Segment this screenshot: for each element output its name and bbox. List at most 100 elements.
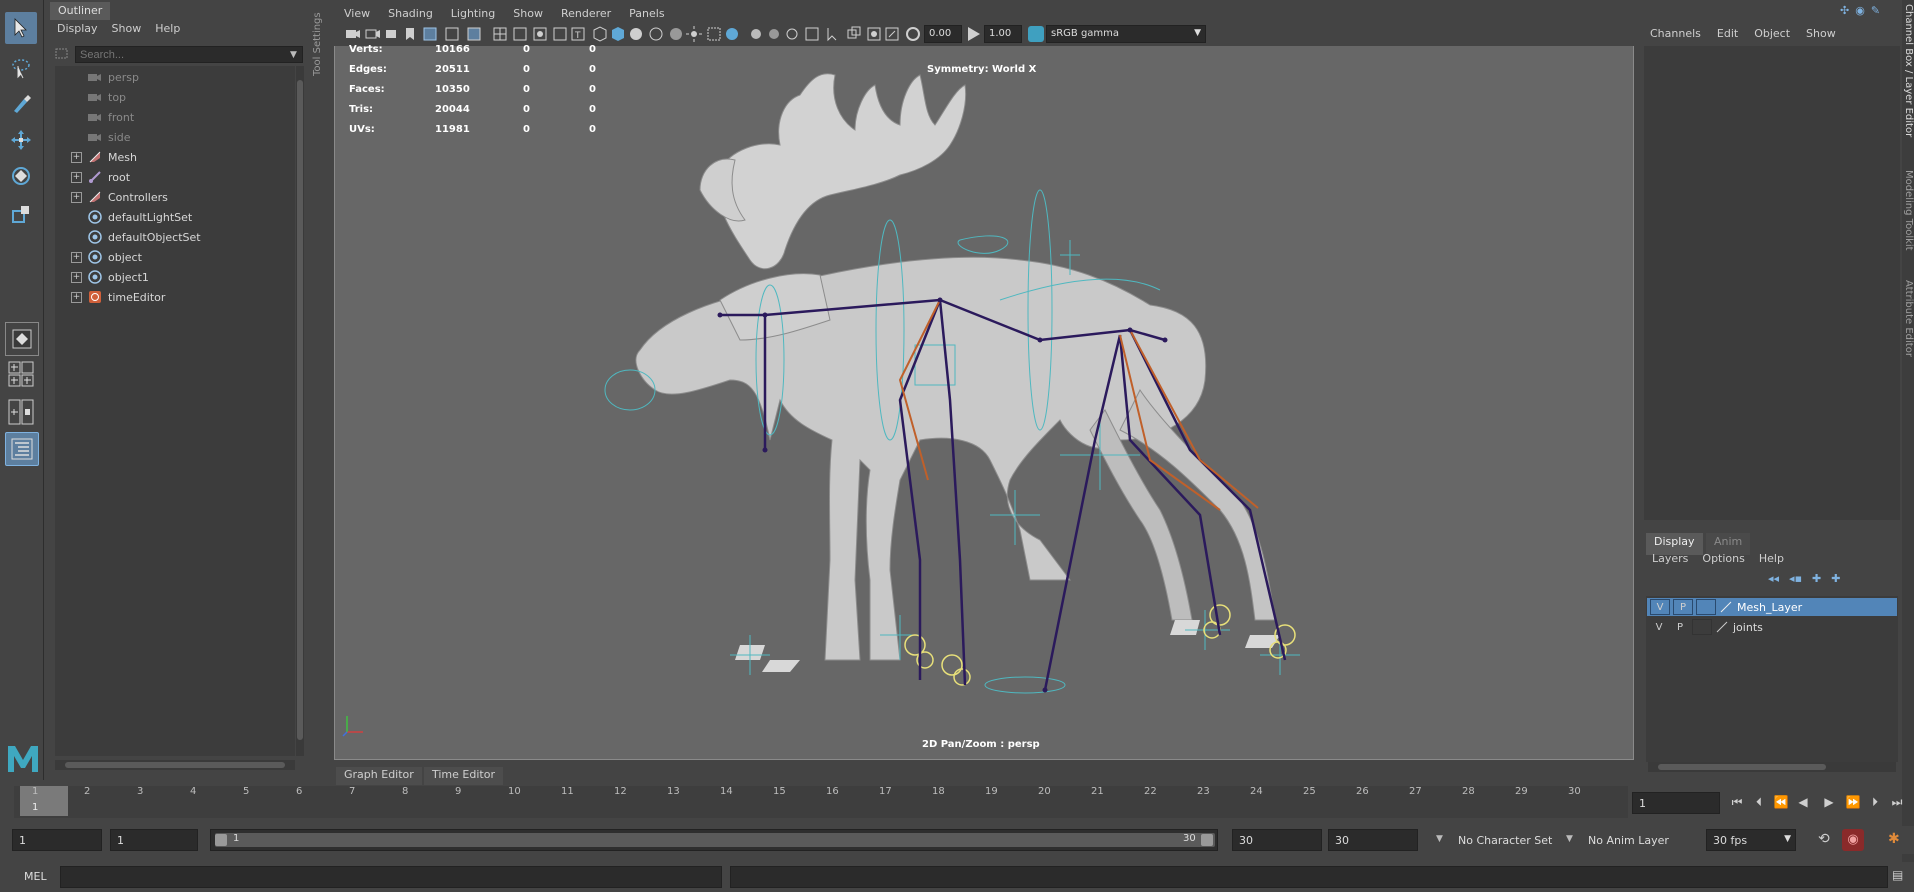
viewport-menu-view[interactable]: View <box>344 7 370 20</box>
rotate-tool-icon[interactable] <box>5 160 37 192</box>
script-editor-icon[interactable]: ▤ <box>1892 868 1908 884</box>
layer-playback-toggle[interactable]: P <box>1673 599 1693 615</box>
range-start-handle[interactable] <box>215 834 227 846</box>
side-tab-attribute-editor[interactable]: Attribute Editor <box>1902 280 1914 357</box>
play-forwards-icon[interactable]: ▶ <box>1820 794 1838 810</box>
gamma-field[interactable]: 1.00 <box>984 25 1022 43</box>
move-layer-up-icon[interactable]: ◂◂ <box>1768 572 1779 588</box>
animation-start-field[interactable]: 1 <box>12 829 102 851</box>
outliner-item-defaultlightset[interactable]: defaultLightSet <box>55 208 285 226</box>
anim-layer-menu-icon[interactable]: ▼ <box>1566 834 1573 844</box>
outliner-vscrollbar[interactable] <box>296 66 304 756</box>
edit-icon[interactable]: ✎ <box>1871 4 1880 20</box>
move-tool-icon[interactable] <box>5 124 37 156</box>
search-dropdown-icon[interactable]: ▼ <box>290 50 297 60</box>
command-input[interactable] <box>60 866 722 888</box>
moose-model-viewport-content[interactable] <box>600 60 1320 720</box>
step-back-frame-icon[interactable]: ⏴ <box>1750 794 1768 810</box>
auto-key-icon[interactable]: ◉ <box>1842 829 1864 851</box>
playback-end-field[interactable]: 30 <box>1232 829 1322 851</box>
outliner-item-front[interactable]: front <box>55 108 285 126</box>
outliner-menu-help[interactable]: Help <box>155 22 180 35</box>
side-tab-channel-box[interactable]: Channel Box / Layer Editor <box>1902 4 1914 137</box>
layer-visibility-toggle[interactable]: V <box>1650 620 1668 634</box>
channel-menu-object[interactable]: Object <box>1754 27 1790 40</box>
expand-icon[interactable]: + <box>71 191 82 203</box>
new-layer-icon[interactable]: ✚ <box>1812 572 1821 588</box>
layer-color-swatch[interactable] <box>1715 620 1729 634</box>
outliner-filter-icon[interactable] <box>55 48 69 60</box>
expand-icon[interactable]: + <box>71 171 82 183</box>
exposure-field[interactable]: 0.00 <box>924 25 962 43</box>
outliner-item-persp[interactable]: persp <box>55 68 285 86</box>
tool-settings-tab[interactable]: Tool Settings <box>312 4 330 84</box>
layer-visibility-toggle[interactable]: V <box>1650 599 1670 615</box>
expand-icon[interactable]: + <box>71 271 82 283</box>
fps-select[interactable]: 30 fps ▼ <box>1706 829 1796 851</box>
go-to-start-icon[interactable]: ⏮ <box>1728 794 1746 810</box>
step-back-key-icon[interactable]: ⏪ <box>1772 794 1790 810</box>
exposure-icon[interactable] <box>906 27 920 41</box>
settings-icon[interactable]: ◉ <box>1855 4 1865 20</box>
channel-box-content[interactable] <box>1644 46 1900 520</box>
range-slider[interactable]: 1 30 <box>210 829 1218 851</box>
animation-end-field[interactable]: 30 <box>1328 829 1418 851</box>
gamma-icon[interactable] <box>968 27 980 41</box>
viewport-menu-show[interactable]: Show <box>513 7 543 20</box>
channel-menu-channels[interactable]: Channels <box>1650 27 1701 40</box>
expand-icon[interactable]: + <box>71 251 82 263</box>
viewport-menu-renderer[interactable]: Renderer <box>561 7 611 20</box>
viewport-menu-lighting[interactable]: Lighting <box>451 7 495 20</box>
color-space-select[interactable]: sRGB gamma ▼ <box>1046 25 1206 43</box>
loop-icon[interactable]: ⟲ <box>1818 831 1836 849</box>
outliner-item-object1[interactable]: + object1 <box>55 268 285 286</box>
range-end-handle[interactable] <box>1201 834 1213 846</box>
outliner-tab[interactable]: Outliner <box>50 2 110 20</box>
expand-icon[interactable]: + <box>71 151 82 163</box>
outliner-item-mesh[interactable]: + Mesh <box>55 148 285 166</box>
outliner-menu-show[interactable]: Show <box>112 22 142 35</box>
layer-type-toggle[interactable] <box>1692 619 1712 635</box>
color-management-icon[interactable] <box>1028 26 1044 42</box>
outliner-item-object[interactable]: + object <box>55 248 285 266</box>
playback-start-field[interactable]: 1 <box>110 829 198 851</box>
layer-menu-options[interactable]: Options <box>1702 552 1744 565</box>
outliner-item-side[interactable]: side <box>55 128 285 146</box>
outliner-layout-icon[interactable] <box>5 432 39 466</box>
layer-hscrollbar[interactable] <box>1648 762 1896 772</box>
outliner-item-timeeditor[interactable]: + timeEditor <box>55 288 285 306</box>
layer-row-joints[interactable]: V P joints <box>1647 618 1897 636</box>
layer-playback-toggle[interactable]: P <box>1671 620 1689 634</box>
character-set-menu-icon[interactable]: ▼ <box>1436 834 1443 844</box>
side-tab-modeling-toolkit[interactable]: Modeling Toolkit <box>1902 170 1914 251</box>
layer-type-toggle[interactable] <box>1696 599 1716 615</box>
outliner-item-controllers[interactable]: + Controllers <box>55 188 285 206</box>
current-frame-field[interactable]: 1 <box>1632 792 1720 814</box>
four-view-layout-icon[interactable] <box>5 358 37 390</box>
layer-menu-help[interactable]: Help <box>1759 552 1784 565</box>
layer-color-swatch[interactable] <box>1719 600 1733 614</box>
expand-icon[interactable]: + <box>71 291 82 303</box>
axis-toggle-icon[interactable]: ✣ <box>1840 4 1849 20</box>
new-layer-selected-icon[interactable]: ✚ <box>1831 572 1840 588</box>
outliner-item-top[interactable]: top <box>55 88 285 106</box>
single-view-layout-icon[interactable] <box>5 322 39 356</box>
viewport-toolbar-icons[interactable]: T <box>344 24 904 46</box>
step-forward-frame-icon[interactable]: ⏵ <box>1866 794 1884 810</box>
outliner-item-root[interactable]: + root <box>55 168 285 186</box>
two-view-layout-icon[interactable] <box>5 396 37 428</box>
step-forward-key-icon[interactable]: ⏩ <box>1844 794 1862 810</box>
outliner-hscrollbar[interactable] <box>55 760 295 770</box>
scale-tool-icon[interactable] <box>5 198 37 230</box>
go-to-end-icon[interactable]: ⏭ <box>1888 794 1906 810</box>
anim-layer-label[interactable]: No Anim Layer <box>1588 834 1669 847</box>
anim-preferences-icon[interactable]: ✱ <box>1888 831 1906 849</box>
channel-menu-show[interactable]: Show <box>1806 27 1836 40</box>
layer-row-mesh-layer[interactable]: V P Mesh_Layer <box>1647 598 1897 616</box>
outliner-list[interactable]: persp top front side + Mesh + root + Con… <box>55 66 295 756</box>
character-set-label[interactable]: No Character Set <box>1458 834 1552 847</box>
tab-time-editor[interactable]: Time Editor <box>424 767 503 785</box>
command-language-label[interactable]: MEL <box>24 870 47 883</box>
outliner-item-defaultobjectset[interactable]: defaultObjectSet <box>55 228 285 246</box>
play-backwards-icon[interactable]: ◀ <box>1794 794 1812 810</box>
